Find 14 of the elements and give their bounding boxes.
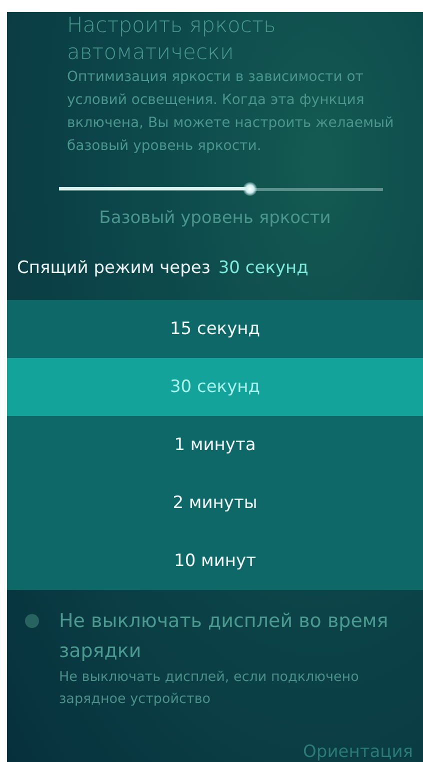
setting-description: Не выключать дисплей, если подключено зарядное устройство (59, 668, 360, 709)
switch-indicator[interactable] (25, 614, 39, 628)
combo-label[interactable]: Спящий режим через (17, 258, 210, 278)
menu-item[interactable]: 1 минута (7, 416, 423, 474)
slider-handle[interactable] (243, 182, 258, 196)
setting-description: Оптимизация яркости в зависимости от условий освещения. Когда эта функция включена, Вы можете настроить желаемый базовый уровень яркости. (67, 68, 395, 156)
section-header: Ориентация (302, 741, 414, 762)
menu-item[interactable]: 2 минуты (7, 474, 423, 532)
menu-item[interactable]: 10 минут (7, 532, 423, 590)
setting-title[interactable]: Не выключать дисплей во время зарядки (59, 606, 399, 666)
menu-item[interactable]: 15 секунд (7, 300, 423, 358)
slider-label: Базовый уровень яркости (98, 208, 332, 228)
setting-title[interactable]: Настроить яркость автоматически (67, 12, 399, 66)
combo-value[interactable]: 30 секунд (218, 258, 308, 278)
